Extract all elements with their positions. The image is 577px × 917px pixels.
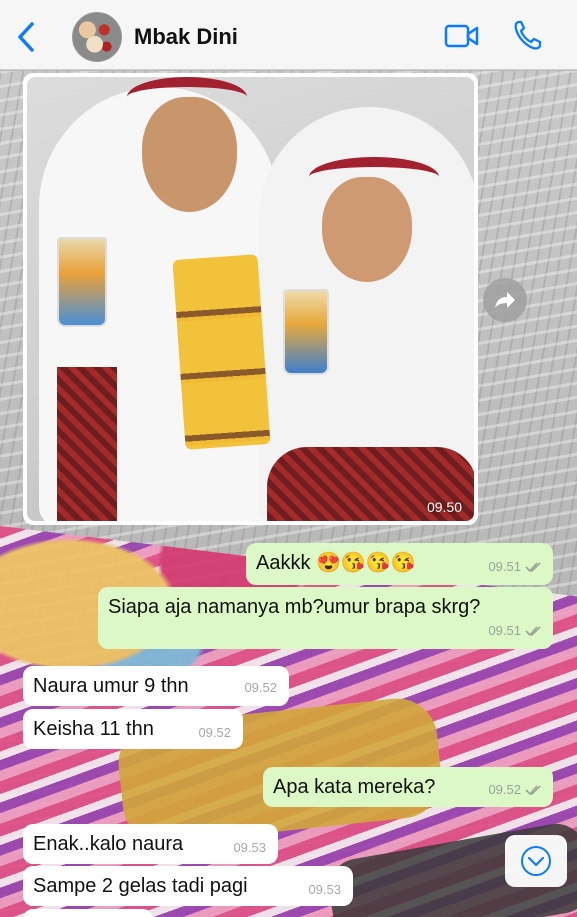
- outgoing-message[interactable]: Siapa aja namanya mb?umur brapa skrg? 09…: [98, 587, 553, 649]
- voice-call-button[interactable]: [512, 18, 544, 52]
- photo-detail: [283, 289, 329, 375]
- incoming-message[interactable]: [23, 909, 153, 917]
- message-text: Sampe 2 gelas tadi pagi: [33, 875, 248, 897]
- incoming-message[interactable]: Naura umur 9 thn 09.52: [23, 666, 289, 706]
- photo-detail: [172, 254, 271, 450]
- message-meta: 09.53: [233, 836, 266, 860]
- video-camera-icon: [444, 24, 479, 48]
- message-meta: 09.52: [198, 721, 231, 745]
- contact-avatar[interactable]: [72, 12, 122, 62]
- message-text: Enak..kalo naura: [33, 833, 184, 855]
- message-meta: 09.51: [488, 555, 543, 579]
- message-time: 09.51: [488, 559, 521, 574]
- message-time: 09.52: [488, 782, 521, 797]
- forward-arrow-icon: [495, 292, 515, 308]
- message-time: 09.52: [244, 680, 277, 695]
- contact-name[interactable]: Mbak Dini: [134, 24, 238, 50]
- message-meta: 09.53: [308, 878, 341, 902]
- video-call-button[interactable]: [444, 22, 480, 50]
- message-time: 09.53: [233, 840, 266, 855]
- double-check-icon: [525, 626, 541, 637]
- message-time: 09.53: [308, 882, 341, 897]
- forward-button[interactable]: [483, 278, 527, 322]
- chat-header: Mbak Dini: [0, 0, 577, 70]
- chevron-down-circle-icon: [521, 846, 551, 876]
- phone-icon: [514, 20, 542, 50]
- double-check-icon: [525, 562, 541, 573]
- incoming-message[interactable]: Enak..kalo naura 09.53: [23, 824, 278, 864]
- photo-detail: [57, 367, 117, 521]
- message-time: 09.50: [426, 499, 462, 515]
- incoming-message[interactable]: Sampe 2 gelas tadi pagi 09.53: [23, 866, 353, 906]
- double-check-icon: [525, 785, 541, 796]
- scroll-to-bottom-button[interactable]: [505, 835, 567, 887]
- message-meta: 09.52: [244, 676, 277, 700]
- photo-detail: [127, 77, 247, 117]
- message-meta: 09.51: [488, 619, 543, 643]
- outgoing-message[interactable]: Apa kata mereka? 09.52: [263, 767, 553, 807]
- back-button[interactable]: [12, 20, 42, 54]
- message-time: 09.52: [198, 725, 231, 740]
- message-text: Naura umur 9 thn: [33, 675, 189, 697]
- message-meta: 09.52: [488, 778, 543, 802]
- photo-detail: [309, 157, 439, 197]
- message-text: Keisha 11 thn: [33, 718, 154, 740]
- message-text: Aakkk 😍😘😘😘: [256, 552, 416, 574]
- message-text: Apa kata mereka?: [273, 776, 436, 798]
- outgoing-message[interactable]: Aakkk 😍😘😘😘 09.51: [246, 543, 553, 585]
- message-time: 09.51: [488, 623, 521, 638]
- image-message[interactable]: 09.50: [23, 73, 478, 525]
- chevron-left-icon: [18, 22, 34, 52]
- shared-photo[interactable]: 09.50: [27, 77, 474, 521]
- message-text: Siapa aja namanya mb?umur brapa skrg?: [108, 596, 481, 618]
- photo-detail: [57, 237, 107, 327]
- incoming-message[interactable]: Keisha 11 thn 09.52: [23, 709, 243, 749]
